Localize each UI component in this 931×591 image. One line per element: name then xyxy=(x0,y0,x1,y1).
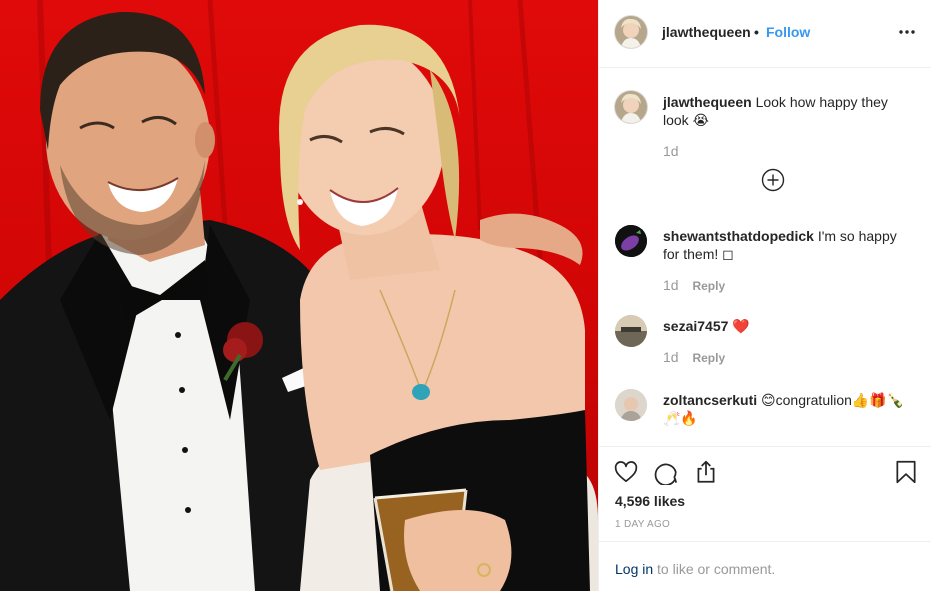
more-options-icon[interactable] xyxy=(898,22,916,42)
comment-text-block: zoltancserkuti 😊congratulion👍🎁🍾🥂🔥 xyxy=(663,391,913,427)
comment-text: ❤️ xyxy=(732,318,750,334)
comment-age: 1d xyxy=(663,277,679,293)
comment-icon[interactable] xyxy=(653,459,679,486)
caption-meta: 1d xyxy=(663,143,679,159)
comment-meta: 1d Reply xyxy=(663,349,725,365)
heart-icon[interactable] xyxy=(613,459,639,485)
comment-item: sezai7457 ❤️ 1d Reply xyxy=(615,315,920,369)
likes-count[interactable]: 4,596 likes xyxy=(615,493,685,509)
comment-text-block: sezai7457 ❤️ xyxy=(663,317,913,335)
follow-button[interactable]: Follow xyxy=(766,24,810,40)
caption-comment: jlawthequeen Look how happy they look 😭 … xyxy=(615,91,920,161)
comment-meta: 1d Reply xyxy=(663,277,725,293)
author-username[interactable]: jlawthequeen xyxy=(662,24,751,40)
caption-age: 1d xyxy=(663,143,679,159)
comments-list[interactable]: jlawthequeen Look how happy they look 😭 … xyxy=(599,69,931,445)
post-header: jlawthequeen • Follow xyxy=(599,0,931,68)
comment-text-block: shewantsthatdopedick I'm so happy for th… xyxy=(663,227,913,263)
reply-button[interactable]: Reply xyxy=(692,279,725,293)
post-side-panel: jlawthequeen • Follow jlawthequeen Look … xyxy=(598,0,931,591)
commenter-avatar[interactable] xyxy=(615,315,647,347)
caption-avatar-image xyxy=(615,91,647,123)
share-icon[interactable] xyxy=(693,459,719,485)
comment-item: shewantsthatdopedick I'm so happy for th… xyxy=(615,225,920,295)
commenter-username[interactable]: shewantsthatdopedick xyxy=(663,228,814,244)
person-avatar-image xyxy=(615,389,647,421)
header-separator: • xyxy=(754,24,759,40)
caption-text-block: jlawthequeen Look how happy they look 😭 xyxy=(663,93,913,129)
reply-button[interactable]: Reply xyxy=(692,351,725,365)
login-prompt-text: to like or comment. xyxy=(653,561,776,577)
eggplant-avatar-image xyxy=(615,225,647,257)
caption-avatar[interactable] xyxy=(615,91,647,123)
post-date[interactable]: 1 DAY AGO xyxy=(615,519,670,530)
commenter-avatar[interactable] xyxy=(615,389,647,421)
bookmark-icon[interactable] xyxy=(893,459,919,485)
commenter-avatar[interactable] xyxy=(615,225,647,257)
post-photo[interactable] xyxy=(0,0,598,591)
post-actions: 4,596 likes 1 DAY AGO xyxy=(599,446,931,540)
landscape-avatar-image xyxy=(615,315,647,347)
commenter-username[interactable]: sezai7457 xyxy=(663,318,728,334)
couple-photo-illustration xyxy=(0,0,598,591)
comment-age: 1d xyxy=(663,349,679,365)
load-more-comments-icon[interactable] xyxy=(761,168,785,192)
login-prompt: Log in to like or comment. xyxy=(599,541,931,591)
login-link[interactable]: Log in xyxy=(615,561,653,577)
instagram-post: jlawthequeen • Follow jlawthequeen Look … xyxy=(0,0,931,591)
author-avatar-image xyxy=(615,16,647,48)
comment-item: zoltancserkuti 😊congratulion👍🎁🍾🥂🔥 xyxy=(615,389,920,443)
author-avatar[interactable] xyxy=(615,16,647,48)
caption-username[interactable]: jlawthequeen xyxy=(663,94,752,110)
commenter-username[interactable]: zoltancserkuti xyxy=(663,392,757,408)
